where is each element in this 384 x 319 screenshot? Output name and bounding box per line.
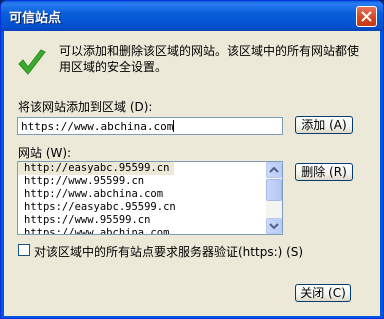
list-item[interactable]: https://www.95599.cn — [18, 214, 266, 227]
window-close-button[interactable] — [356, 6, 377, 27]
list-item[interactable]: https://easyabc.95599.cn — [18, 201, 266, 214]
title-bar[interactable]: 可信站点 — [1, 1, 383, 31]
green-check-icon — [18, 49, 46, 75]
list-item[interactable]: http://www.95599.cn — [18, 175, 266, 188]
window-frame-right — [380, 31, 383, 318]
site-url-value: https://www.abchina.com — [21, 120, 174, 133]
vertical-scrollbar[interactable] — [266, 162, 282, 234]
sites-listbox[interactable]: http://easyabc.95599.cn http://www.95599… — [17, 161, 283, 235]
list-item[interactable]: http://www.abchina.com — [18, 188, 266, 201]
list-item[interactable]: http://easyabc.95599.cn — [18, 162, 174, 175]
trusted-sites-dialog: 可信站点 可以添加和删除该区域的网站。该区域中的所有网站都使用区域的安全设置。 … — [0, 0, 384, 319]
add-site-label: 将该网站添加到区域 (D): — [18, 100, 153, 114]
list-item[interactable]: https://www.abchina.com — [18, 227, 266, 234]
scroll-down-button[interactable] — [266, 218, 282, 234]
require-https-checkbox[interactable] — [18, 244, 30, 256]
remove-button[interactable]: 删除 (R) — [295, 163, 353, 181]
sites-list: http://easyabc.95599.cn http://www.95599… — [18, 162, 266, 234]
close-icon — [361, 11, 372, 22]
text-caret — [173, 120, 175, 132]
scroll-thumb[interactable] — [266, 179, 282, 201]
sites-label: 网站 (W): — [18, 146, 72, 160]
window-title: 可信站点 — [9, 11, 62, 26]
window-frame-left — [1, 31, 4, 318]
add-button[interactable]: 添加 (A) — [295, 116, 353, 134]
require-https-label[interactable]: 对该区域中的所有站点要求服务器验证(https:) (S) — [34, 243, 303, 260]
scroll-up-button[interactable] — [266, 162, 282, 178]
site-url-input[interactable]: https://www.abchina.com — [17, 117, 283, 135]
chevron-up-icon — [269, 166, 279, 173]
close-button[interactable]: 关闭 (C) — [295, 284, 351, 302]
chevron-down-icon — [269, 223, 279, 230]
zone-description: 可以添加和删除该区域的网站。该区域中的所有网站都使用区域的安全设置。 — [59, 44, 360, 74]
